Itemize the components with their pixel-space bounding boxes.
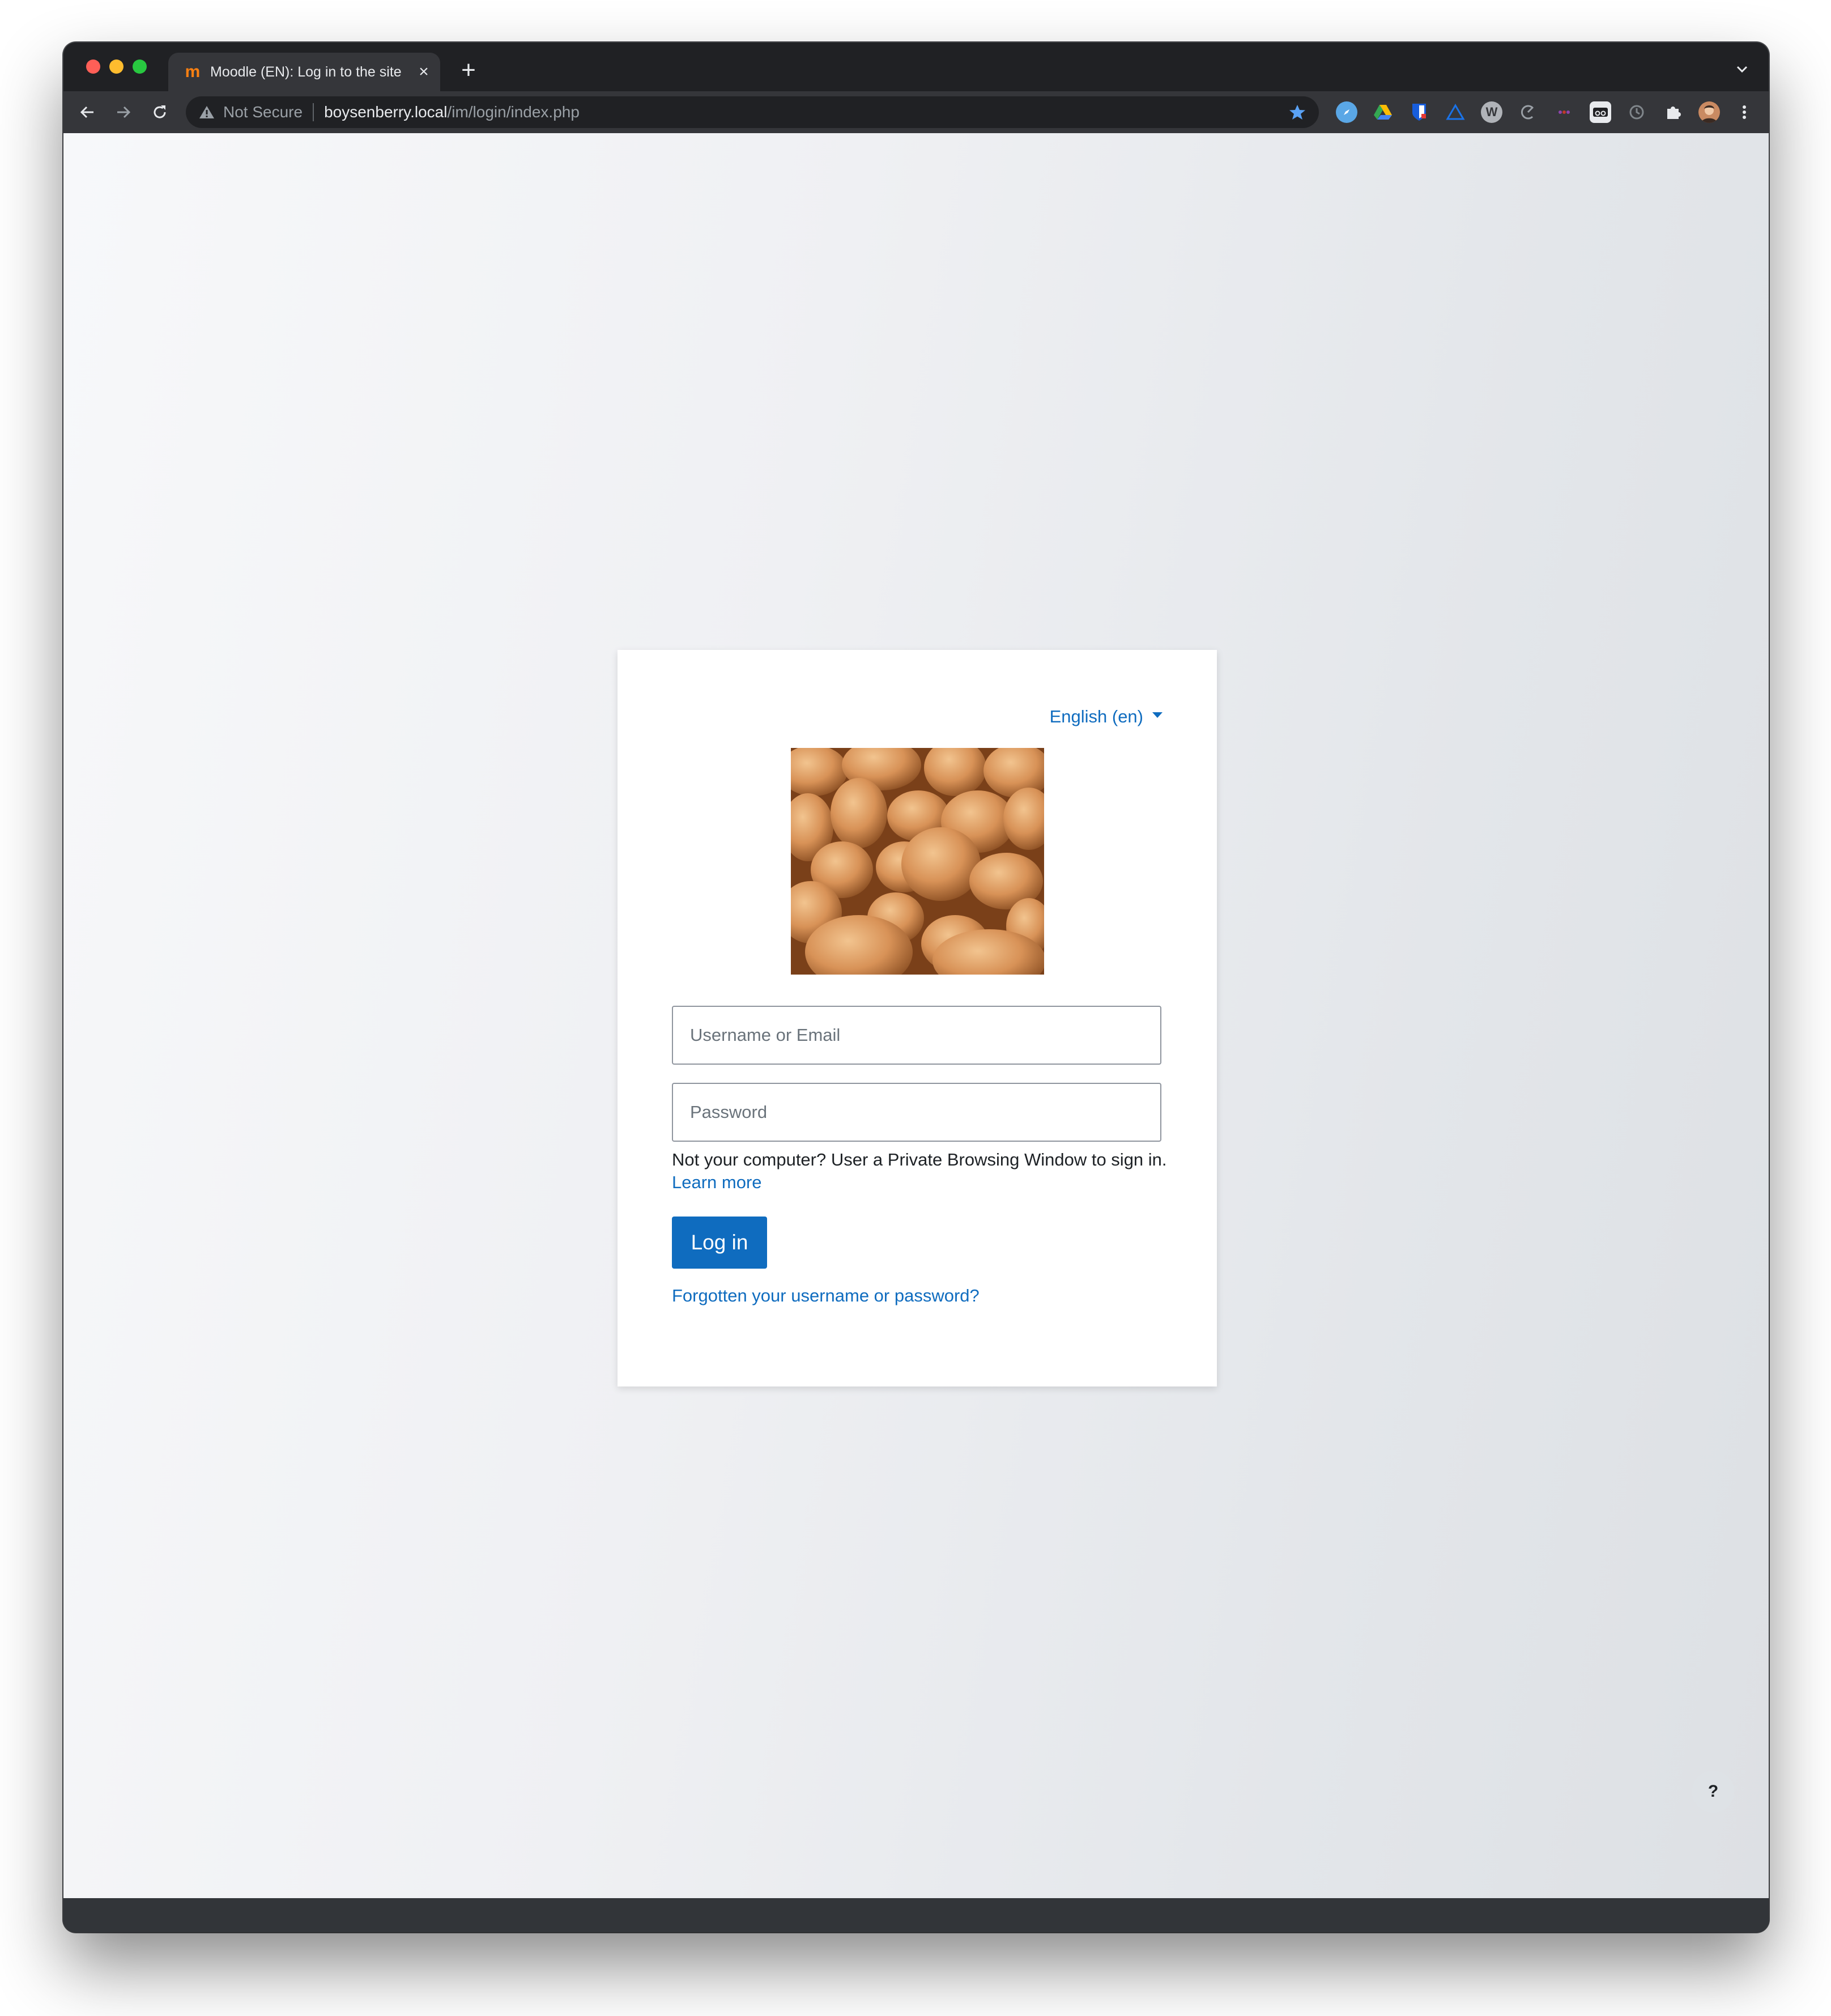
dots-icon [1559, 110, 1570, 114]
wordpress-icon[interactable]: W [1481, 101, 1502, 123]
clock-extension-icon[interactable] [1626, 101, 1647, 123]
forgot-password-link[interactable]: Forgotten your username or password? [672, 1286, 980, 1306]
language-selector-label: English (en) [1049, 707, 1143, 726]
login-card: English (en) Username or Email Not your … [618, 650, 1217, 1386]
tab-close-icon[interactable]: × [415, 62, 432, 82]
reload-button[interactable] [147, 100, 172, 125]
browser-tab-active[interactable]: m Moodle (EN): Log in to the site × [168, 53, 440, 91]
login-button[interactable]: Log in [672, 1217, 767, 1269]
language-selector[interactable]: English (en) [1050, 707, 1163, 727]
learn-more-link[interactable]: Learn more [672, 1172, 762, 1193]
tab-strip: m Moodle (EN): Log in to the site × + [63, 42, 1769, 91]
page-footer-bar [63, 1898, 1769, 1932]
google-drive-icon[interactable] [1372, 101, 1394, 123]
reload-icon [154, 105, 166, 118]
extensions-puzzle-icon [1667, 107, 1681, 119]
address-bar[interactable]: Not Secure boysenberry.local /im/login/i… [186, 96, 1319, 128]
url-host: boysenberry.local [324, 103, 448, 121]
minimize-window-button[interactable] [109, 59, 124, 74]
browser-window: m Moodle (EN): Log in to the site × + No… [63, 42, 1769, 1932]
omnibox-separator [313, 103, 314, 121]
help-button[interactable]: ? [1692, 1771, 1734, 1813]
triangle-icon [1446, 104, 1465, 120]
bookmark-star-icon[interactable] [1288, 103, 1306, 121]
back-button[interactable] [75, 100, 100, 125]
warning-triangle-icon[interactable] [198, 104, 215, 121]
tab-title: Moodle (EN): Log in to the site [210, 63, 402, 80]
dots-extension-icon[interactable] [1553, 101, 1575, 123]
glasses-icon [1593, 108, 1608, 117]
tab-search-chevron-icon[interactable] [1734, 61, 1751, 78]
close-window-button[interactable] [86, 59, 100, 74]
potatoes-image [791, 748, 1044, 975]
compass-extension-icon[interactable] [1336, 101, 1357, 123]
not-secure-label[interactable]: Not Secure [223, 103, 303, 121]
moodle-favicon-icon: m [185, 62, 201, 81]
puzzle-icon[interactable] [1662, 101, 1684, 123]
url-path: /im/login/index.php [447, 103, 580, 121]
glasses-extension-icon[interactable] [1590, 101, 1611, 123]
avatar-face-icon [1698, 101, 1720, 123]
c-letter-icon [1521, 105, 1534, 120]
maximize-window-button[interactable] [133, 59, 147, 74]
drive-triangle-icon [1374, 105, 1392, 120]
forward-arrow-icon [117, 106, 131, 118]
profile-avatar[interactable] [1698, 101, 1720, 123]
caret-down-icon [1152, 712, 1163, 718]
back-arrow-icon [80, 106, 93, 118]
clock-icon [1629, 105, 1644, 120]
private-browsing-notice: Not your computer? User a Private Browsi… [672, 1150, 1167, 1169]
page-viewport: English (en) Username or Email Not your … [63, 133, 1769, 1898]
shield-icon [1412, 104, 1426, 121]
more-menu-icon[interactable] [1734, 101, 1755, 123]
browser-toolbar: Not Secure boysenberry.local /im/login/i… [63, 91, 1769, 133]
compass-needle-icon [1344, 109, 1349, 115]
password-input[interactable] [672, 1083, 1161, 1142]
kebab-menu-icon [1743, 105, 1746, 119]
username-input[interactable] [672, 1006, 1161, 1065]
new-tab-button[interactable]: + [454, 56, 483, 84]
forward-button[interactable] [111, 100, 136, 125]
site-logo-image [791, 748, 1044, 975]
triangle-extension-icon[interactable] [1445, 101, 1466, 123]
bitwarden-icon[interactable] [1408, 101, 1430, 123]
c-extension-icon[interactable] [1517, 101, 1539, 123]
